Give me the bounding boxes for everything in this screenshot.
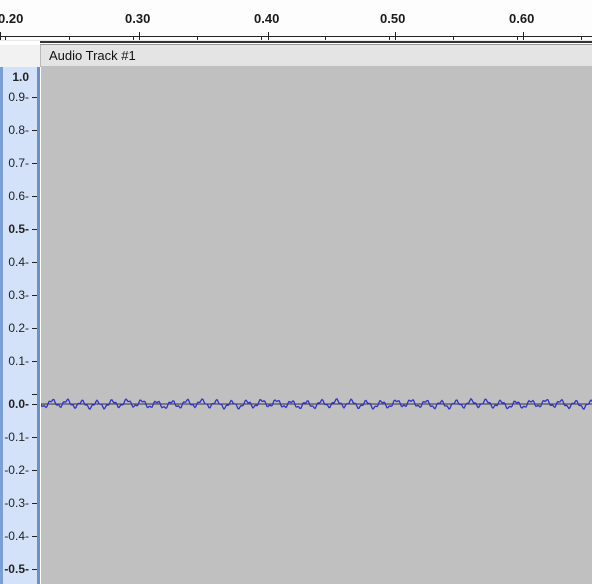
time-label-0.50: 0.50	[380, 11, 406, 26]
amp-tick	[32, 394, 37, 395]
amp-tick	[32, 196, 37, 197]
ruler-tick-major	[139, 32, 140, 40]
amp-tick	[32, 503, 37, 504]
track-name: Audio Track #1	[49, 48, 136, 63]
amp-tick	[32, 361, 37, 362]
track-control-panel[interactable]	[0, 45, 41, 67]
track-header[interactable]: Audio Track #1	[41, 45, 592, 67]
ruler-tick-major	[0, 32, 1, 40]
amplitude-ruler[interactable]: 1.0 0.9- 0.8- 0.7- 0.6- 0.5- 0.4- 0.3- 0…	[0, 67, 40, 584]
ruler-tick-major	[395, 32, 396, 40]
amp-tick	[32, 130, 37, 131]
amp-tick	[32, 470, 37, 471]
amp-tick	[32, 536, 37, 537]
amp-label: 1.0	[12, 70, 29, 84]
ruler-baseline	[0, 36, 592, 37]
waveform-area[interactable]	[41, 67, 592, 584]
amp-label: 0.6-	[8, 189, 29, 203]
amp-label: 0.5-	[8, 222, 29, 236]
amp-tick	[32, 569, 37, 570]
amp-label: -0.2-	[4, 463, 29, 477]
amp-tick	[32, 97, 37, 98]
amp-label: 0.7-	[8, 156, 29, 170]
ruler-tick-major	[268, 32, 269, 40]
separator-line	[40, 41, 592, 43]
amp-label: 0.1-	[8, 354, 29, 368]
amp-label: 0.3-	[8, 288, 29, 302]
amp-label: 0.9-	[8, 90, 29, 104]
time-ruler[interactable]: 0.20 0.30 0.40 0.50 0.60	[0, 0, 592, 41]
time-label-0.60: 0.60	[509, 11, 535, 26]
time-label-0.20: 0.20	[0, 11, 24, 26]
amp-tick	[32, 262, 37, 263]
amp-tick	[32, 295, 37, 296]
amp-label: 0.0-	[8, 397, 29, 411]
amp-label: -0.5-	[4, 562, 29, 576]
waveform	[41, 397, 592, 411]
amplitude-ruler-edge	[0, 67, 3, 584]
amp-label: 0.4-	[8, 255, 29, 269]
amp-tick	[32, 163, 37, 164]
amp-label: -0.3-	[4, 496, 29, 510]
amp-tick	[32, 229, 37, 230]
amp-label: -0.4-	[4, 529, 29, 543]
amp-label: -0.1-	[4, 430, 29, 444]
time-label-0.40: 0.40	[254, 11, 280, 26]
amp-tick	[32, 404, 37, 405]
amp-label: 0.2-	[8, 321, 29, 335]
time-label-0.30: 0.30	[125, 11, 151, 26]
amp-tick	[32, 437, 37, 438]
amp-label: 0.8-	[8, 123, 29, 137]
ruler-tick-major	[523, 32, 524, 40]
amp-tick	[32, 328, 37, 329]
